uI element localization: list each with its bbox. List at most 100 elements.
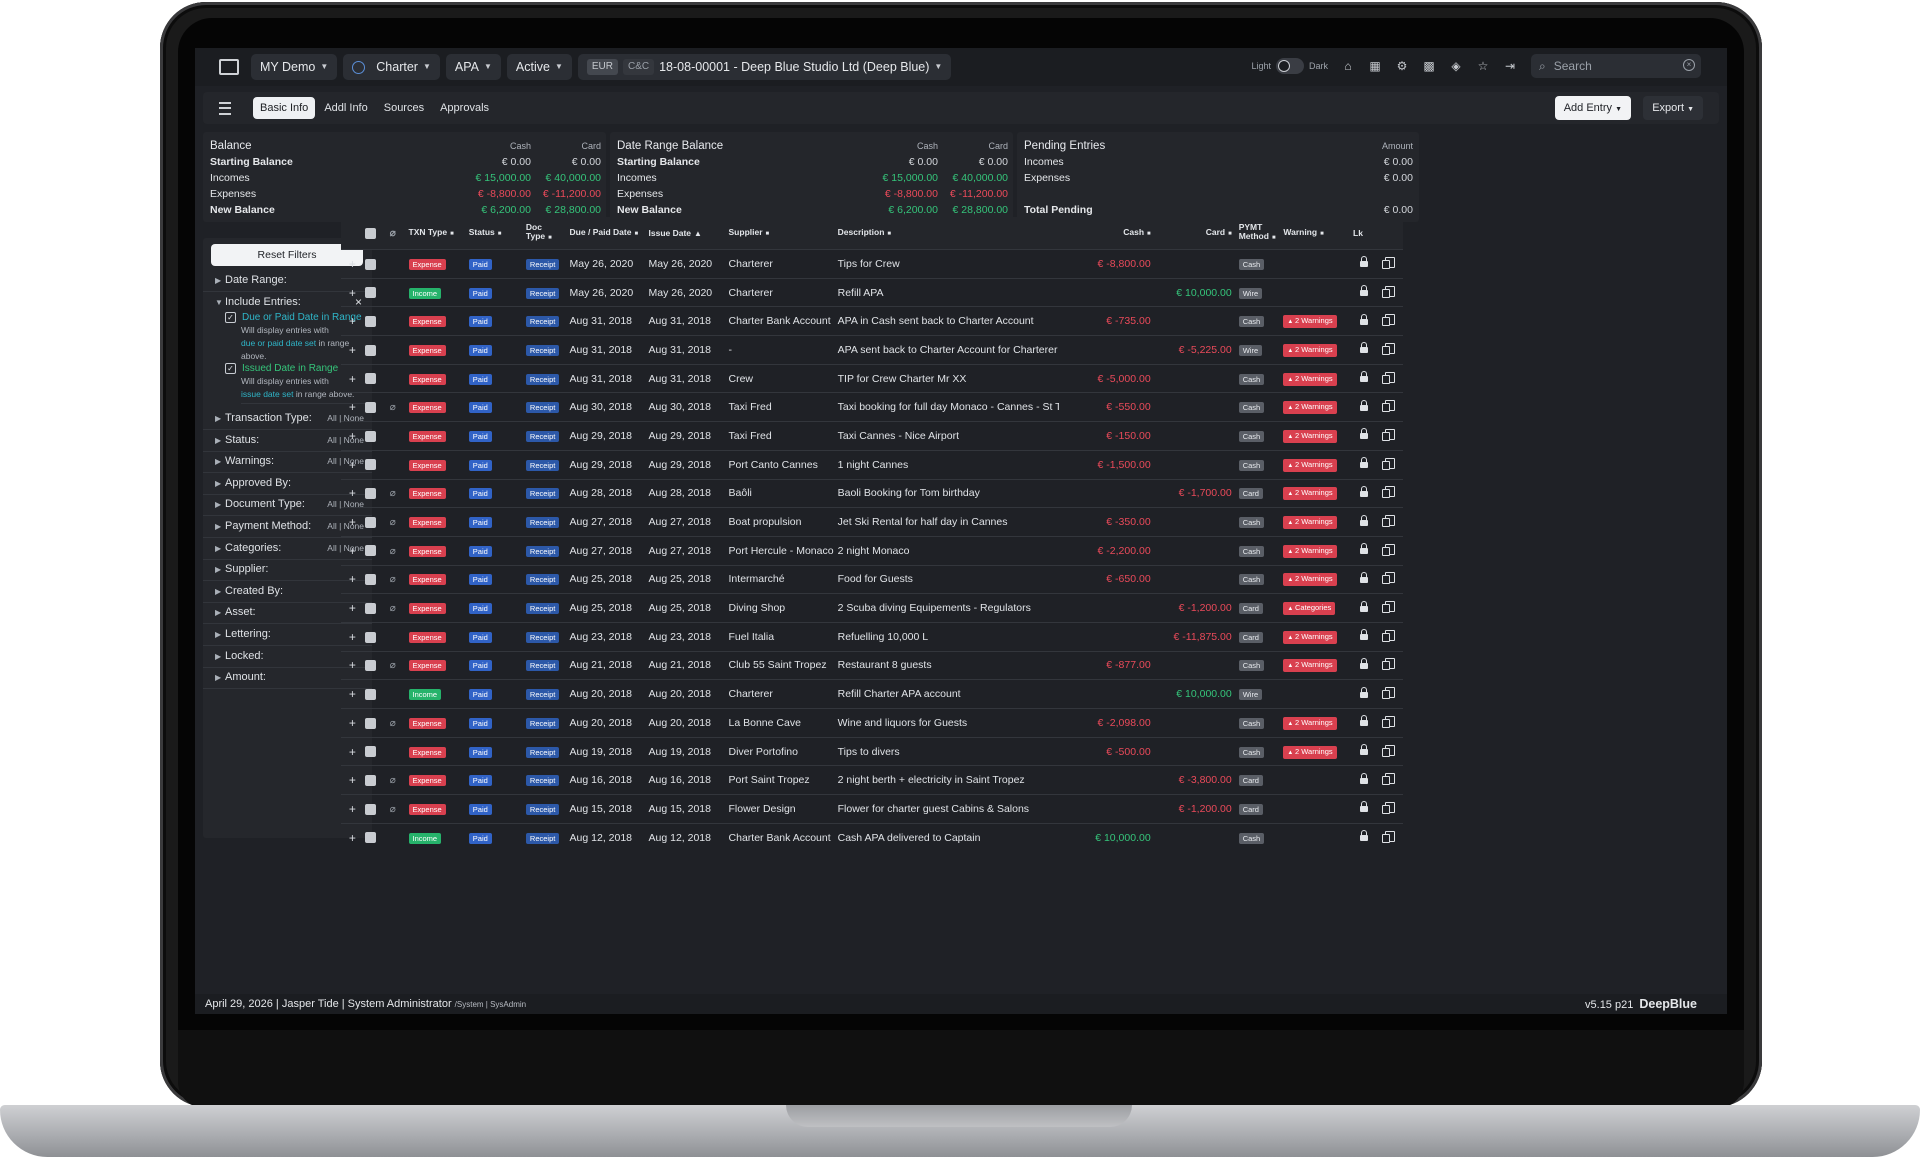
warning-badge[interactable]: ▲ 2 Warnings <box>1283 372 1337 386</box>
select-cell[interactable] <box>363 708 389 738</box>
row-checkbox[interactable] <box>364 746 376 758</box>
table-row[interactable]: + Expense Paid Receipt Aug 29, 2018 Aug 29, 2… <box>341 421 1403 451</box>
clear-icon[interactable]: × <box>1683 59 1695 71</box>
expand-icon[interactable]: + <box>341 794 364 824</box>
select-cell[interactable] <box>363 650 389 680</box>
select-cell[interactable] <box>363 507 389 537</box>
warning-badge[interactable]: ▲ 2 Warnings <box>1283 544 1337 558</box>
warning-badge[interactable]: ▲ 2 Warnings <box>1283 401 1337 415</box>
select-cell[interactable] <box>363 421 389 451</box>
header-txn-type[interactable]: TXN Type ■ <box>407 217 468 250</box>
lock-icon[interactable] <box>1360 543 1369 555</box>
warning-badge[interactable]: ▲ 2 Warnings <box>1283 573 1337 587</box>
row-checkbox[interactable] <box>364 602 376 614</box>
copy-icon[interactable] <box>1381 457 1395 470</box>
select-cell[interactable] <box>363 794 389 824</box>
table-row[interactable]: + ⌀ Expense Paid Receipt Aug 20, 2018 Aug 20, … <box>341 708 1403 738</box>
copy-icon[interactable] <box>1381 371 1395 384</box>
table-row[interactable]: + Income Paid Receipt May 26, 2020 May 26, 20… <box>341 277 1403 307</box>
add-entry-button[interactable]: Add Entry ▼ <box>1554 96 1631 120</box>
header-cash[interactable]: Cash ■ <box>1059 217 1157 250</box>
copy-icon[interactable] <box>1381 285 1395 298</box>
select-cell[interactable] <box>363 535 389 566</box>
row-checkbox[interactable] <box>364 459 376 471</box>
row-checkbox[interactable] <box>364 717 376 729</box>
paperclip-icon[interactable]: ⌀ <box>390 402 396 413</box>
warning-badge[interactable]: ▲ 2 Warnings <box>1283 343 1337 357</box>
table-row[interactable]: + Expense Paid Receipt May 26, 2020 May 26, 2… <box>341 249 1403 279</box>
paperclip-icon[interactable]: ⌀ <box>390 517 396 528</box>
warning-badge[interactable]: ▲ 2 Warnings <box>1283 716 1337 730</box>
warning-badge[interactable]: ▲ 2 Warnings <box>1283 630 1337 644</box>
expand-icon[interactable]: + <box>341 564 364 594</box>
row-checkbox[interactable] <box>364 287 376 299</box>
tab-approvals[interactable]: Approvals <box>433 97 496 119</box>
paperclip-icon[interactable]: ⌀ <box>390 804 396 815</box>
lock-icon[interactable] <box>1360 371 1369 383</box>
lock-icon[interactable] <box>1360 256 1369 268</box>
hamburger-icon[interactable] <box>219 101 231 115</box>
paperclip-icon[interactable]: ⌀ <box>390 574 396 585</box>
table-row[interactable]: + ⌀ Expense Paid Receipt Aug 16, 2018 Aug 16, … <box>341 765 1403 795</box>
header-description[interactable]: Description ■ <box>836 217 1059 250</box>
expand-icon[interactable]: + <box>341 249 364 279</box>
row-checkbox[interactable] <box>364 315 376 327</box>
select-cell[interactable] <box>363 736 389 766</box>
gear-icon[interactable]: ⚙ <box>1395 59 1409 73</box>
lock-icon[interactable] <box>1360 772 1369 784</box>
row-checkbox[interactable] <box>364 688 376 700</box>
table-row[interactable]: + Income Paid Receipt Aug 20, 2018 Aug 20, 20… <box>341 679 1403 709</box>
warning-badge[interactable]: ▲ 2 Warnings <box>1283 745 1337 759</box>
warning-badge[interactable]: ▲ Categories <box>1283 602 1336 616</box>
select-cell[interactable] <box>363 621 389 652</box>
expand-icon[interactable]: + <box>341 679 364 709</box>
expand-icon[interactable]: + <box>341 621 364 652</box>
expand-icon[interactable]: + <box>341 593 364 623</box>
lock-icon[interactable] <box>1360 600 1369 612</box>
type-select[interactable]: Charter ▼ <box>343 54 440 80</box>
copy-icon[interactable] <box>1381 801 1395 814</box>
row-checkbox[interactable] <box>364 774 376 786</box>
copy-icon[interactable] <box>1381 486 1395 499</box>
warning-badge[interactable]: ▲ 2 Warnings <box>1283 659 1337 673</box>
header-due-paid-date[interactable]: Due / Paid Date ■ <box>568 217 648 250</box>
header-supplier[interactable]: Supplier ■ <box>727 217 837 250</box>
copy-icon[interactable] <box>1381 773 1395 786</box>
row-checkbox[interactable] <box>364 545 376 557</box>
account-select[interactable]: APA ▼ <box>445 54 501 80</box>
star-icon[interactable]: ☆ <box>1476 59 1490 73</box>
copy-icon[interactable] <box>1381 830 1395 843</box>
table-row[interactable]: + Expense Paid Receipt Aug 31, 2018 Aug 31, 2… <box>341 363 1403 393</box>
lock-icon[interactable] <box>1360 514 1369 526</box>
lock-icon[interactable] <box>1360 571 1369 583</box>
row-checkbox[interactable] <box>364 373 376 385</box>
row-checkbox[interactable] <box>364 516 376 528</box>
copy-icon[interactable] <box>1381 744 1395 757</box>
copy-icon[interactable] <box>1381 314 1395 327</box>
lock-icon[interactable] <box>1360 686 1369 698</box>
table-row[interactable]: + Expense Paid Receipt Aug 29, 2018 Aug 29, 2… <box>341 449 1403 479</box>
copy-icon[interactable] <box>1381 687 1395 700</box>
header-warning[interactable]: Warning ■ <box>1282 217 1352 250</box>
header-card[interactable]: Card ■ <box>1156 217 1238 250</box>
menu-icon[interactable] <box>219 59 239 75</box>
warning-badge[interactable]: ▲ 2 Warnings <box>1283 516 1337 530</box>
calendar-icon[interactable]: ▦ <box>1368 59 1382 73</box>
grid-icon[interactable]: ▩ <box>1422 59 1436 73</box>
warning-badge[interactable]: ▲ 2 Warnings <box>1283 315 1337 329</box>
select-cell[interactable] <box>363 249 389 279</box>
paperclip-icon[interactable]: ⌀ <box>390 546 396 557</box>
include-option-issued[interactable]: ✓ Issued Date in Range <box>225 363 338 374</box>
row-checkbox[interactable] <box>364 488 376 500</box>
export-button[interactable]: Export ▼ <box>1643 96 1703 120</box>
expand-icon[interactable]: + <box>341 421 364 451</box>
table-row[interactable]: + ⌀ Expense Paid Receipt Aug 30, 2018 Aug 30, … <box>341 392 1403 422</box>
copy-icon[interactable] <box>1381 400 1395 413</box>
lock-icon[interactable] <box>1360 657 1369 669</box>
warning-badge[interactable]: ▲ 2 Warnings <box>1283 429 1337 443</box>
row-checkbox[interactable] <box>364 430 376 442</box>
copy-icon[interactable] <box>1381 428 1395 441</box>
expand-icon[interactable]: + <box>341 277 364 307</box>
row-checkbox[interactable] <box>364 631 376 643</box>
expand-icon[interactable]: + <box>341 392 364 422</box>
